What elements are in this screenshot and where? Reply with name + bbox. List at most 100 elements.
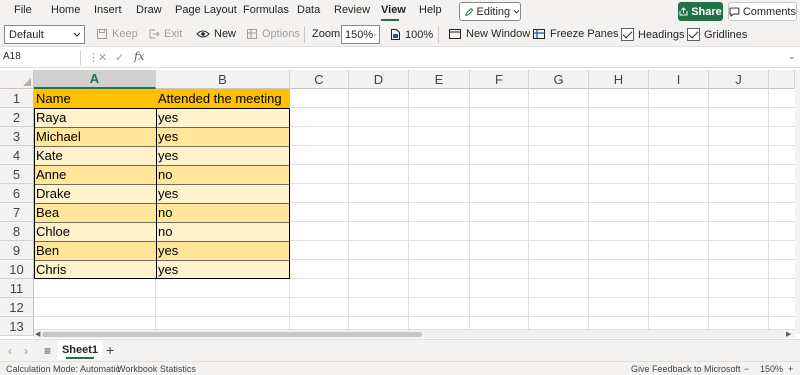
next-sheet-icon[interactable]: › — [24, 344, 28, 358]
table-cell[interactable]: Kate — [34, 146, 156, 165]
feedback-link[interactable]: Give Feedback to Microsoft — [631, 364, 741, 374]
row-header-12[interactable]: 12 — [0, 298, 34, 317]
vertical-scrollbar[interactable] — [795, 70, 800, 334]
table-cell[interactable]: no — [156, 165, 290, 184]
exit-button[interactable]: Exit — [148, 28, 182, 40]
comments-button[interactable]: Comments — [728, 2, 797, 21]
editing-mode-button[interactable]: Editing — [459, 2, 521, 21]
table-cell[interactable]: no — [156, 203, 290, 222]
menu-view[interactable]: View — [381, 4, 406, 16]
gridlines-checkbox[interactable] — [687, 28, 700, 41]
zoom-out-button[interactable]: − — [744, 364, 749, 374]
table-cell[interactable]: yes — [156, 260, 290, 279]
table-cell[interactable]: yes — [156, 108, 290, 127]
tab-sheet1[interactable]: Sheet1 — [58, 340, 102, 360]
options-icon — [247, 29, 257, 39]
options-button[interactable]: Options — [246, 28, 300, 40]
gridlines-toggle[interactable]: Gridlines — [687, 28, 747, 41]
zoom-select[interactable]: 150% — [341, 25, 380, 44]
check-icon[interactable]: ✓ — [115, 51, 124, 64]
add-sheet-button[interactable]: + — [106, 342, 114, 358]
menu-insert[interactable]: Insert — [94, 4, 122, 16]
table-cell[interactable]: Bea — [34, 203, 156, 222]
freeze-panes-button[interactable]: Freeze Panes — [532, 28, 630, 40]
row-header-8[interactable]: 8 — [0, 222, 34, 241]
menu-help[interactable]: Help — [419, 4, 442, 16]
scroll-right-icon[interactable]: ▶ — [786, 330, 791, 338]
scroll-thumb[interactable] — [42, 332, 422, 337]
table-cell[interactable]: yes — [156, 241, 290, 260]
row-header-6[interactable]: 6 — [0, 184, 34, 203]
zoom-label: Zoom — [312, 28, 340, 40]
menu-home[interactable]: Home — [51, 4, 80, 16]
select-all-corner[interactable] — [0, 70, 34, 89]
scroll-left-icon[interactable]: ◀ — [35, 330, 40, 338]
new-window-button[interactable]: New Window — [448, 28, 530, 40]
share-button[interactable]: Share — [678, 2, 723, 21]
gridlines-label: Gridlines — [704, 28, 748, 41]
column-header-e[interactable]: E — [409, 70, 470, 89]
function-icon[interactable]: fx — [134, 50, 144, 63]
table-cell[interactable]: Drake — [34, 184, 156, 203]
table-cell[interactable]: yes — [156, 146, 290, 165]
row-header-9[interactable]: 9 — [0, 241, 34, 260]
table-cell[interactable]: Michael — [34, 127, 156, 146]
column-header-f[interactable]: F — [470, 70, 529, 89]
row-header-4[interactable]: 4 — [0, 146, 34, 165]
workbook-statistics[interactable]: Workbook Statistics — [117, 364, 196, 374]
row-header-2[interactable]: 2 — [0, 108, 34, 127]
column-header-c[interactable]: C — [290, 70, 349, 89]
new-view-button[interactable]: New — [196, 28, 236, 40]
keep-button[interactable]: Keep — [96, 28, 138, 40]
gridline-vertical — [348, 89, 349, 329]
sheet-view-select[interactable]: Default — [4, 25, 85, 44]
row-header-10[interactable]: 10 — [0, 260, 34, 279]
zoom-100-button[interactable]: 100% — [390, 28, 433, 41]
table-cell[interactable]: Raya — [34, 108, 156, 127]
column-header-b[interactable]: B — [156, 70, 290, 89]
menu-data[interactable]: Data — [297, 4, 320, 16]
column-header-i[interactable]: I — [649, 70, 709, 89]
table-row-divider — [34, 222, 290, 223]
menu-formulas[interactable]: Formulas — [243, 4, 289, 16]
headings-checkbox[interactable] — [621, 28, 634, 41]
row-header-1[interactable]: 1 — [0, 89, 34, 108]
new-label: New — [214, 28, 237, 40]
table-cell[interactable]: yes — [156, 127, 290, 146]
table-header-cell[interactable]: Attended the meeting — [156, 89, 290, 108]
table-cell[interactable]: Ben — [34, 241, 156, 260]
name-box[interactable]: A18 — [3, 51, 73, 65]
table-cell[interactable]: yes — [156, 184, 290, 203]
column-header-a[interactable]: A — [34, 70, 156, 89]
headings-toggle[interactable]: Headings — [621, 28, 684, 41]
row-header-5[interactable]: 5 — [0, 165, 34, 184]
table-cell[interactable]: Chris — [34, 260, 156, 279]
row-header-11[interactable]: 11 — [0, 279, 34, 298]
table-cell[interactable]: Chloe — [34, 222, 156, 241]
column-header-j[interactable]: J — [709, 70, 769, 89]
menu-review[interactable]: Review — [334, 4, 370, 16]
table-cell[interactable]: Anne — [34, 165, 156, 184]
column-header-h[interactable]: H — [589, 70, 649, 89]
prev-sheet-icon[interactable]: ‹ — [8, 344, 12, 358]
sheet-tab-bar: ‹ › ≡ Sheet1 + — [0, 339, 800, 361]
column-header-d[interactable]: D — [349, 70, 409, 89]
row-header-13[interactable]: 13 — [0, 317, 34, 336]
row-header-7[interactable]: 7 — [0, 203, 34, 222]
table-header-cell[interactable]: Name — [34, 89, 156, 108]
column-header-g[interactable]: G — [529, 70, 589, 89]
table-cell[interactable]: no — [156, 222, 290, 241]
menu-page-layout[interactable]: Page Layout — [175, 4, 237, 16]
row-header-3[interactable]: 3 — [0, 127, 34, 146]
expand-formula-icon[interactable]: ⌄ — [788, 51, 796, 62]
status-zoom[interactable]: 150% — [760, 364, 783, 374]
menu-file[interactable]: File — [14, 4, 32, 16]
table-row-divider — [34, 127, 290, 128]
horizontal-scrollbar[interactable]: ◀ ▶ — [34, 329, 795, 338]
all-sheets-icon[interactable]: ≡ — [44, 344, 51, 358]
zoom-in-button[interactable]: + — [788, 364, 793, 374]
cell-grid[interactable]: Name Attended the meeting Raya yes Michael ye… — [34, 89, 795, 329]
formula-input[interactable] — [148, 50, 788, 65]
menu-draw[interactable]: Draw — [136, 4, 162, 16]
cancel-icon[interactable]: ✕ — [98, 51, 107, 64]
